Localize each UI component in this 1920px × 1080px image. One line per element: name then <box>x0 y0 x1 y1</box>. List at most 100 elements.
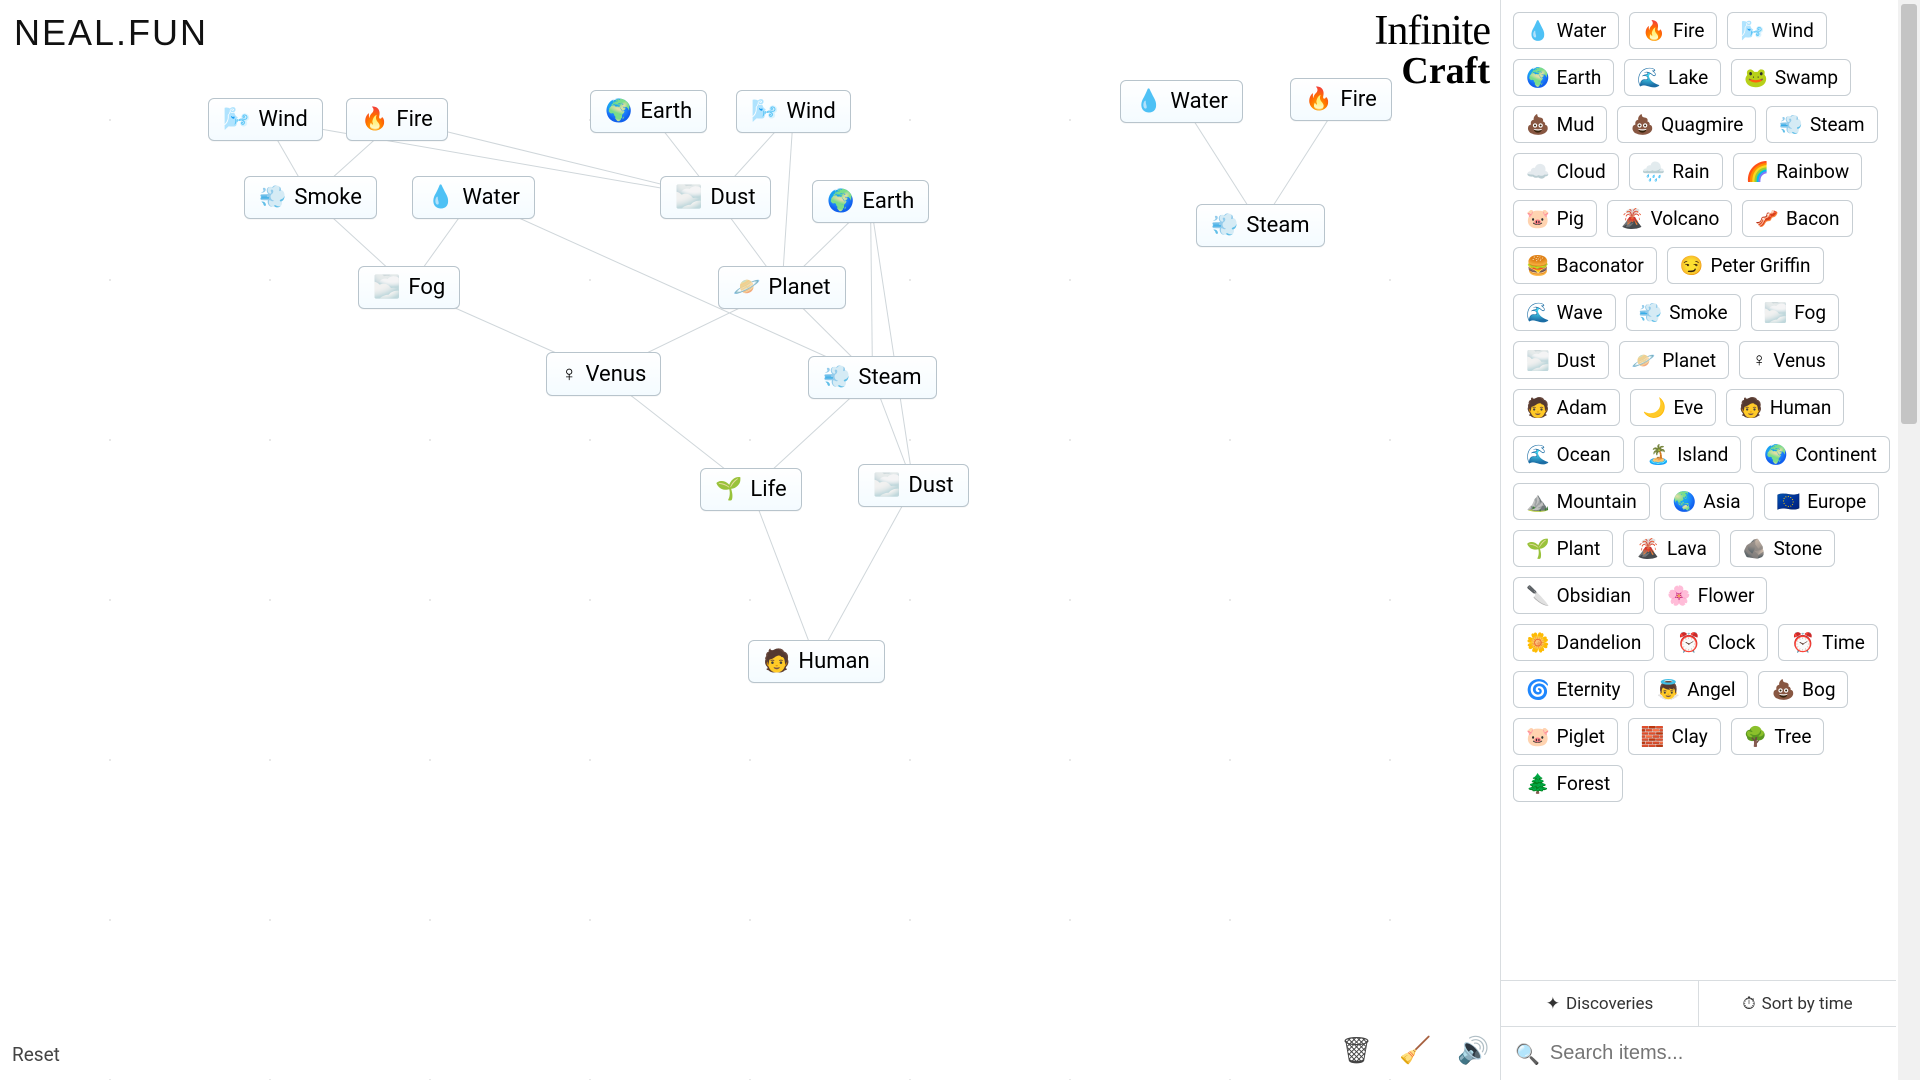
sidebar-item-wave[interactable]: 🌊Wave <box>1513 294 1616 331</box>
item-label: Eternity <box>1557 678 1621 701</box>
canvas-node-smoke[interactable]: 💨Smoke <box>244 176 377 219</box>
sidebar-item-human[interactable]: 🧑Human <box>1726 389 1844 426</box>
sidebar-footer-actions: ✦ Discoveries ⏱ Sort by time <box>1501 980 1896 1026</box>
sidebar-item-swamp[interactable]: 🐸Swamp <box>1731 59 1851 96</box>
canvas-node-human[interactable]: 🧑Human <box>748 640 885 683</box>
item-label: Adam <box>1557 396 1607 419</box>
sidebar-item-bacon[interactable]: 🥓Bacon <box>1742 200 1852 237</box>
canvas-node-earth[interactable]: 🌍Earth <box>812 180 929 223</box>
sidebar-item-rainbow[interactable]: 🌈Rainbow <box>1733 153 1863 190</box>
sidebar-item-lake[interactable]: 🌊Lake <box>1624 59 1721 96</box>
canvas-node-venus[interactable]: ♀Venus <box>546 352 661 396</box>
sidebar-item-forest[interactable]: 🌲Forest <box>1513 765 1623 802</box>
crafting-canvas[interactable]: NEAL.FUN Infinite Craft 🌬️Wind🔥Fire💨Smok… <box>0 0 1500 1080</box>
canvas-node-steam[interactable]: 💨Steam <box>808 356 937 399</box>
dust-icon: 🌫️ <box>1526 349 1550 372</box>
item-list[interactable]: 💧Water 🔥Fire 🌬️Wind 🌍Earth 🌊Lake 🐸Swamp 💩Mud 💩Q… <box>1501 0 1896 980</box>
sidebar-item-mud[interactable]: 💩Mud <box>1513 106 1607 143</box>
page-scrollbar[interactable] <box>1898 0 1920 1080</box>
clock-icon: ⏱ <box>1742 994 1755 1014</box>
sidebar-item-island[interactable]: 🏝️Island <box>1634 436 1742 473</box>
sidebar-item-time[interactable]: ⏰Time <box>1778 624 1877 661</box>
search-input[interactable] <box>1550 1042 1882 1065</box>
sound-icon[interactable]: 🔊 <box>1457 1036 1489 1066</box>
canvas-node-earth[interactable]: 🌍Earth <box>590 90 707 133</box>
canvas-node-water[interactable]: 💧Water <box>412 176 535 219</box>
sort-button[interactable]: ⏱ Sort by time <box>1698 981 1896 1026</box>
sidebar-item-water[interactable]: 💧Water <box>1513 12 1619 49</box>
canvas-node-wind[interactable]: 🌬️Wind <box>208 98 323 141</box>
sidebar-item-smoke[interactable]: 💨Smoke <box>1626 294 1741 331</box>
sidebar-item-clay[interactable]: 🧱Clay <box>1628 718 1721 755</box>
sidebar-item-pig[interactable]: 🐷Pig <box>1513 200 1597 237</box>
sidebar-item-earth[interactable]: 🌍Earth <box>1513 59 1614 96</box>
sidebar-item-plant[interactable]: 🌱Plant <box>1513 530 1613 567</box>
canvas-node-fog[interactable]: 🌫️Fog <box>358 266 460 309</box>
sidebar-item-quagmire[interactable]: 💩Quagmire <box>1617 106 1756 143</box>
water-icon: 💧 <box>427 185 454 210</box>
sidebar-item-tree[interactable]: 🌳Tree <box>1731 718 1825 755</box>
canvas-node-water[interactable]: 💧Water <box>1120 80 1243 123</box>
sidebar-item-dandelion[interactable]: 🌼Dandelion <box>1513 624 1654 661</box>
sidebar-item-flower[interactable]: 🌸Flower <box>1654 577 1767 614</box>
item-label: Wind <box>1771 19 1814 42</box>
canvas-node-planet[interactable]: 🪐Planet <box>718 266 846 309</box>
planet-icon: 🪐 <box>1632 349 1656 372</box>
sidebar-item-cloud[interactable]: ☁️Cloud <box>1513 153 1619 190</box>
item-label: Europe <box>1807 490 1866 513</box>
sidebar-item-mountain[interactable]: ⛰️Mountain <box>1513 483 1650 520</box>
sidebar-item-peter-griffin[interactable]: 😏Peter Griffin <box>1667 247 1824 284</box>
trash-icon[interactable]: 🗑 <box>1340 1036 1373 1066</box>
obsidian-icon: 🔪 <box>1526 584 1550 607</box>
sidebar-item-rain[interactable]: 🌧️Rain <box>1629 153 1723 190</box>
canvas-node-dust[interactable]: 🌫️Dust <box>858 464 969 507</box>
sidebar-item-fog[interactable]: 🌫️Fog <box>1751 294 1839 331</box>
sidebar-item-eternity[interactable]: 🌀Eternity <box>1513 671 1634 708</box>
sidebar-item-planet[interactable]: 🪐Planet <box>1619 341 1729 379</box>
broom-icon[interactable]: 🧹 <box>1399 1036 1431 1066</box>
sidebar-item-venus[interactable]: ♀Venus <box>1739 341 1839 379</box>
item-label: Stone <box>1774 537 1823 560</box>
node-label: Wind <box>786 99 835 124</box>
sidebar-item-piglet[interactable]: 🐷Piglet <box>1513 718 1618 755</box>
sidebar-item-volcano[interactable]: 🌋Volcano <box>1607 200 1732 237</box>
item-label: Flower <box>1698 584 1755 607</box>
sidebar-item-ocean[interactable]: 🌊Ocean <box>1513 436 1624 473</box>
item-label: Rainbow <box>1776 160 1849 183</box>
sidebar-item-dust[interactable]: 🌫️Dust <box>1513 341 1609 379</box>
canvas-node-wind[interactable]: 🌬️Wind <box>736 90 851 133</box>
item-label: Mountain <box>1557 490 1637 513</box>
sidebar-item-obsidian[interactable]: 🔪Obsidian <box>1513 577 1644 614</box>
canvas-node-life[interactable]: 🌱Life <box>700 468 802 511</box>
canvas-node-fire[interactable]: 🔥Fire <box>346 98 448 141</box>
sidebar-item-europe[interactable]: 🇪🇺Europe <box>1764 483 1880 520</box>
sidebar-item-bog[interactable]: 💩Bog <box>1758 671 1848 708</box>
node-label: Fire <box>396 107 432 132</box>
sidebar-item-asia[interactable]: 🌏Asia <box>1660 483 1754 520</box>
canvas-node-steam[interactable]: 💨Steam <box>1196 204 1325 247</box>
canvas-node-fire[interactable]: 🔥Fire <box>1290 78 1392 121</box>
discoveries-button[interactable]: ✦ Discoveries <box>1501 981 1698 1026</box>
sidebar-item-steam[interactable]: 💨Steam <box>1766 106 1877 143</box>
sidebar-item-stone[interactable]: 🪨Stone <box>1730 530 1835 567</box>
sidebar-item-clock[interactable]: ⏰Clock <box>1664 624 1768 661</box>
sidebar-item-eve[interactable]: 🌙Eve <box>1630 389 1716 426</box>
sidebar-item-continent[interactable]: 🌍Continent <box>1751 436 1889 473</box>
sidebar-item-angel[interactable]: 👼Angel <box>1644 671 1749 708</box>
sidebar-item-baconator[interactable]: 🍔Baconator <box>1513 247 1657 284</box>
item-label: Fire <box>1673 19 1704 42</box>
item-label: Swamp <box>1775 66 1838 89</box>
human-icon: 🧑 <box>1739 396 1763 419</box>
cloud-icon: ☁️ <box>1526 160 1550 183</box>
site-logo[interactable]: NEAL.FUN <box>14 12 208 54</box>
canvas-node-dust[interactable]: 🌫️Dust <box>660 176 771 219</box>
sidebar-item-lava[interactable]: 🌋Lava <box>1623 530 1720 567</box>
smoke-icon: 💨 <box>1639 301 1663 324</box>
dandelion-icon: 🌼 <box>1526 631 1550 654</box>
sidebar-item-fire[interactable]: 🔥Fire <box>1629 12 1717 49</box>
sidebar-item-wind[interactable]: 🌬️Wind <box>1727 12 1826 49</box>
search-bar: 🔍 <box>1501 1026 1896 1080</box>
sidebar-item-adam[interactable]: 🧑Adam <box>1513 389 1620 426</box>
scrollbar-thumb[interactable] <box>1901 4 1917 424</box>
reset-button[interactable]: Reset <box>12 1043 60 1066</box>
